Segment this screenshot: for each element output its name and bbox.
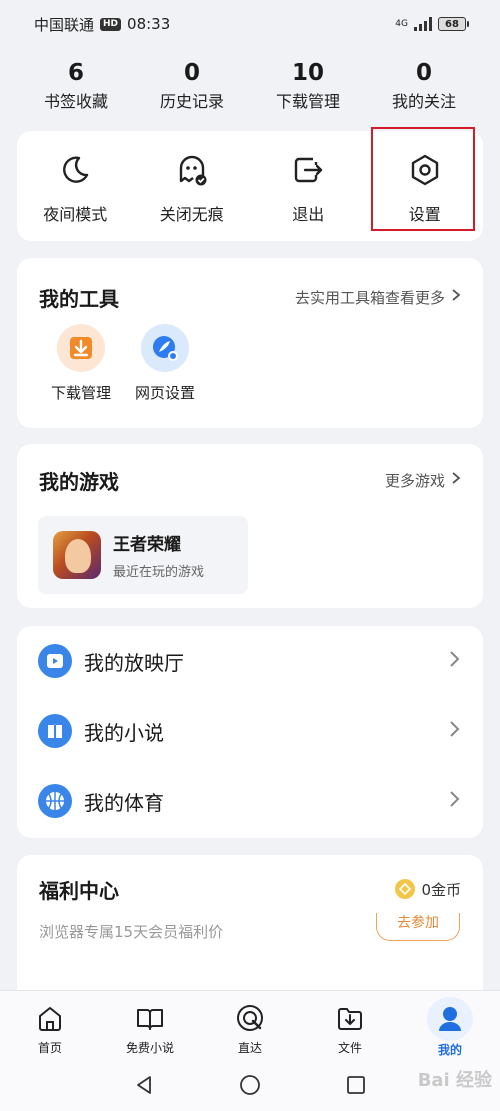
quick-actions-card: 夜间模式 关闭无痕 退出 设置 xyxy=(17,127,483,241)
ghost-icon xyxy=(179,155,207,186)
stat-downloads[interactable]: 10 下载管理 xyxy=(250,56,366,120)
tools-more-link[interactable]: 去实用工具箱查看更多 xyxy=(295,287,461,308)
incognito-off-label: 关闭无痕 xyxy=(159,205,224,224)
my-games-card: 我的游戏 更多游戏 王者荣耀 最近在玩的游戏 xyxy=(17,444,483,608)
stat-following[interactable]: 0 我的关注 xyxy=(366,56,482,120)
play-icon xyxy=(38,644,72,678)
stat-label: 书签收藏 xyxy=(43,92,108,111)
download-icon xyxy=(57,324,105,372)
list-item-label: 我的放映厅 xyxy=(84,650,184,675)
nav-free-novels[interactable]: 免费小说 xyxy=(100,991,200,1058)
folder-icon xyxy=(338,1008,362,1030)
profile-icon xyxy=(427,997,473,1041)
tool-label: 下载管理 xyxy=(50,384,111,402)
stat-label: 我的关注 xyxy=(391,92,456,111)
stat-number: 0 xyxy=(415,60,432,86)
nav-label: 免费小说 xyxy=(125,1041,174,1055)
exit-button[interactable]: 退出 xyxy=(250,131,367,241)
game-text: 王者荣耀 最近在玩的游戏 xyxy=(113,530,204,580)
stats-row: 6 书签收藏 0 历史记录 10 下载管理 0 我的关注 xyxy=(18,56,482,120)
list-item-cinema[interactable]: 我的放映厅 xyxy=(17,626,483,696)
list-item-sports[interactable]: 我的体育 xyxy=(17,766,483,836)
stat-number: 0 xyxy=(183,60,200,86)
list-item-label: 我的体育 xyxy=(84,790,164,815)
battery-level: 68 xyxy=(445,18,459,30)
list-item-label: 我的小说 xyxy=(84,720,164,745)
stat-label: 下载管理 xyxy=(275,92,340,111)
chevron-right-icon xyxy=(449,720,461,742)
chevron-right-icon xyxy=(449,790,461,812)
incognito-off-button[interactable]: 关闭无痕 xyxy=(134,131,251,241)
direct-icon xyxy=(237,1005,263,1031)
games-more-link[interactable]: 更多游戏 xyxy=(385,470,461,491)
tool-download-manager[interactable]: 下载管理 xyxy=(45,324,117,403)
games-header: 我的游戏 更多游戏 xyxy=(17,444,483,516)
my-tools-card: 我的工具 去实用工具箱查看更多 下载管理 网页设置 xyxy=(17,258,483,428)
exit-label: 退出 xyxy=(292,205,325,224)
back-icon[interactable] xyxy=(133,1074,155,1096)
tools-row: 下载管理 网页设置 xyxy=(17,324,483,403)
nav-label: 我的 xyxy=(437,1043,462,1057)
join-button[interactable]: 去参加 xyxy=(376,913,460,941)
coin-balance[interactable]: 0金币 xyxy=(395,879,461,900)
carrier-label: 中国联通 xyxy=(34,15,95,34)
game-logo-icon xyxy=(53,531,101,579)
coin-label: 0金币 xyxy=(421,880,461,899)
home-icon xyxy=(39,1007,61,1031)
welfare-center-card: 福利中心 0金币 浏览器专属15天会员福利价 去参加 xyxy=(17,855,483,1005)
chevron-right-icon xyxy=(451,288,461,306)
tools-more-label: 去实用工具箱查看更多 xyxy=(294,288,445,307)
battery-icon: 68 xyxy=(438,17,469,31)
settings-highlight-box xyxy=(371,127,475,231)
stat-number: 6 xyxy=(67,60,84,86)
nav-profile[interactable]: 我的 xyxy=(400,991,500,1058)
open-book-icon xyxy=(137,1009,163,1030)
games-title: 我的游戏 xyxy=(39,469,119,494)
night-mode-label: 夜间模式 xyxy=(43,205,108,224)
tool-label: 网页设置 xyxy=(134,384,195,402)
chevron-right-icon xyxy=(451,471,461,489)
nav-label: 直达 xyxy=(237,1041,262,1055)
stat-bookmarks[interactable]: 6 书签收藏 xyxy=(18,56,134,120)
moon-icon xyxy=(63,156,89,183)
recents-icon[interactable] xyxy=(345,1074,367,1096)
nav-label: 首页 xyxy=(37,1041,62,1055)
stat-history[interactable]: 0 历史记录 xyxy=(134,56,250,120)
status-bar: 中国联通 HD 08:33 4G 68 xyxy=(0,0,500,48)
bottom-nav: 首页 免费小说 直达 文件 我的 xyxy=(0,990,500,1058)
network-label: 4G xyxy=(395,19,408,29)
watermark: Bai 经验 xyxy=(417,1070,492,1091)
nav-label: 文件 xyxy=(337,1041,362,1055)
status-left: 中国联通 HD 08:33 xyxy=(34,14,170,35)
coin-icon xyxy=(395,879,416,899)
exit-icon xyxy=(295,157,323,183)
clock: 08:33 xyxy=(127,15,171,33)
signal-icon xyxy=(414,17,432,31)
tools-title: 我的工具 xyxy=(39,286,119,311)
welfare-title: 福利中心 xyxy=(39,878,119,903)
basketball-icon xyxy=(38,784,72,818)
hd-badge: HD xyxy=(100,17,122,31)
tool-web-settings[interactable]: 网页设置 xyxy=(129,324,201,403)
nav-home[interactable]: 首页 xyxy=(0,991,100,1058)
game-name: 王者荣耀 xyxy=(113,535,181,555)
media-list-card: 我的放映厅 我的小说 我的体育 xyxy=(17,626,483,838)
game-subtitle: 最近在玩的游戏 xyxy=(113,565,205,580)
nav-files[interactable]: 文件 xyxy=(300,991,400,1058)
chevron-right-icon xyxy=(449,650,461,672)
status-right: 4G 68 xyxy=(395,17,469,31)
home-circle-icon[interactable] xyxy=(239,1074,261,1096)
night-mode-button[interactable]: 夜间模式 xyxy=(17,131,134,241)
nav-direct[interactable]: 直达 xyxy=(200,991,300,1058)
game-item[interactable]: 王者荣耀 最近在玩的游戏 xyxy=(38,516,248,594)
stat-number: 10 xyxy=(291,60,324,86)
book-icon xyxy=(38,714,72,748)
stat-label: 历史记录 xyxy=(159,92,224,111)
list-item-novels[interactable]: 我的小说 xyxy=(17,696,483,766)
games-more-label: 更多游戏 xyxy=(384,471,445,490)
web-settings-icon xyxy=(141,324,189,372)
